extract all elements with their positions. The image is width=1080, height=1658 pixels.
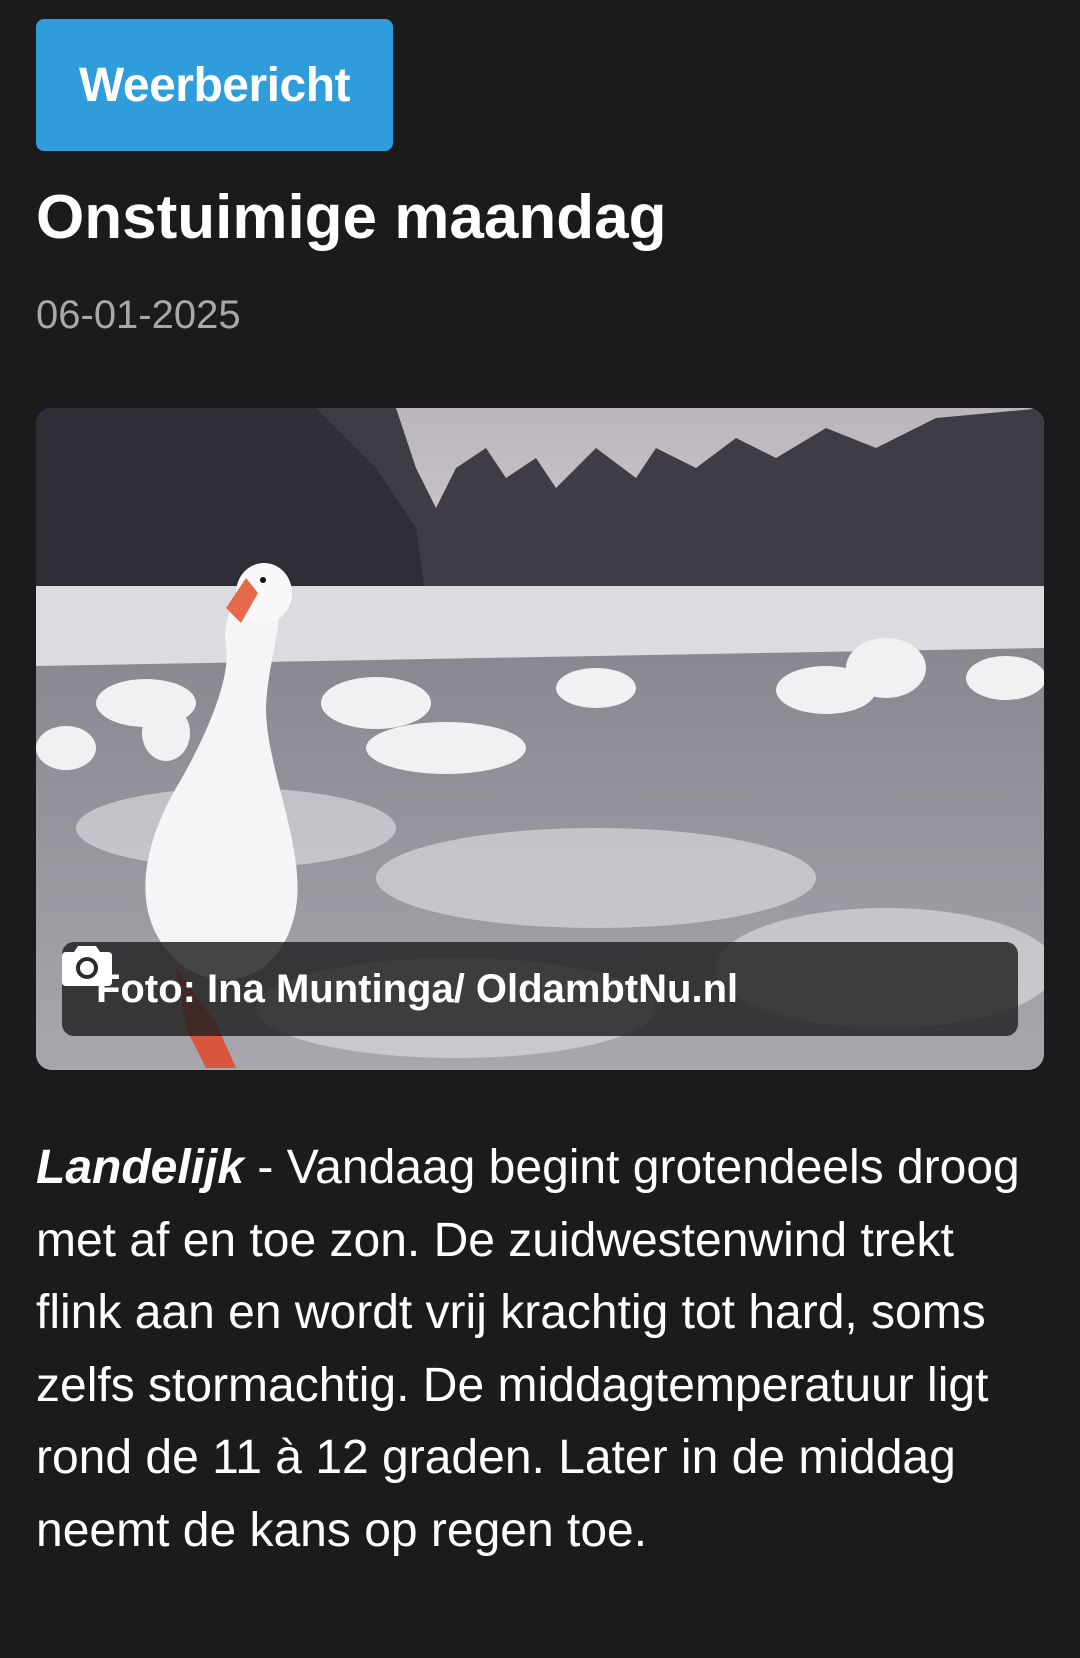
location-separator: - bbox=[244, 1141, 287, 1194]
category-tag[interactable]: Weerbericht bbox=[36, 19, 393, 151]
photo-credit: Foto: Ina Muntinga/ OldambtNu.nl bbox=[96, 966, 739, 1011]
article-location: Landelijk bbox=[36, 1141, 245, 1194]
article-title: Onstuimige maandag bbox=[36, 183, 667, 252]
article-date: 06-01-2025 bbox=[36, 293, 241, 337]
article-body-text: Vandaag begint grotendeels droog met af … bbox=[36, 1141, 1020, 1557]
article-page: Weerbericht Onstuimige maandag 06-01-202… bbox=[0, 0, 1080, 1658]
article-photo[interactable]: Foto: Ina Muntinga/ OldambtNu.nl bbox=[36, 408, 1044, 1070]
article-body: Landelijk - Vandaag begint grotendeels d… bbox=[36, 1132, 1046, 1567]
photo-caption: Foto: Ina Muntinga/ OldambtNu.nl bbox=[62, 942, 1018, 1036]
camera-icon bbox=[62, 946, 112, 986]
